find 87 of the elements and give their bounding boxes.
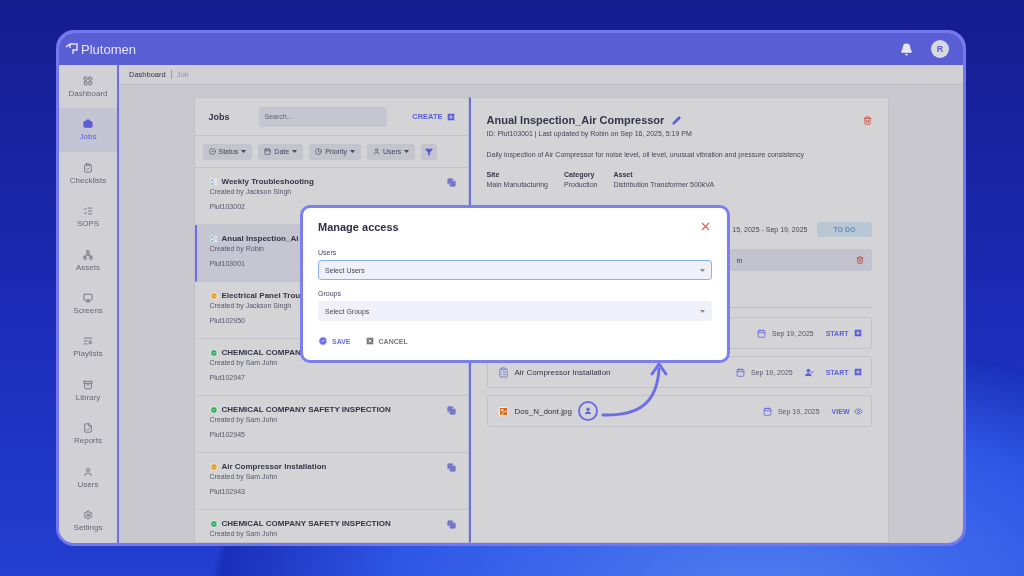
- checklist-icon: [83, 162, 93, 173]
- user-avatar[interactable]: R: [931, 40, 949, 58]
- bell-icon[interactable]: [900, 42, 913, 56]
- sidebar-label: Settings: [73, 523, 103, 533]
- image-file-icon: [497, 405, 509, 417]
- sidebar-label: Playlists: [73, 349, 103, 359]
- playlist-icon: [83, 336, 93, 347]
- sidebar-label: Dashboard: [68, 88, 108, 98]
- copy-icon[interactable]: [446, 178, 456, 187]
- sidebar-label: SOPS: [76, 219, 100, 229]
- sidebar-label: Library: [75, 392, 101, 402]
- plus-icon: [445, 111, 456, 122]
- copy-icon[interactable]: [446, 406, 456, 415]
- close-icon[interactable]: [699, 220, 712, 233]
- sidebar-label: Reports: [74, 436, 102, 446]
- user-icon: [372, 148, 380, 155]
- user-icon[interactable]: [583, 407, 592, 415]
- check-circle-icon: [209, 348, 218, 357]
- job-title: Weekly Troubleshooting: [221, 177, 314, 186]
- app-name: Plutomen: [81, 41, 136, 57]
- sidebar-item[interactable]: Dashboard: [59, 65, 117, 109]
- board-icon: [209, 234, 218, 243]
- sidebar-item[interactable]: Assets: [59, 238, 117, 283]
- report-icon: [83, 423, 93, 434]
- job-title: Anual Inspection_Ai: [221, 234, 299, 243]
- sidebar-label: Jobs: [79, 132, 97, 142]
- filter-button[interactable]: [421, 143, 438, 160]
- panel-title: Jobs: [208, 111, 231, 122]
- user-icon: [83, 466, 93, 477]
- check-circle-icon: [318, 336, 328, 346]
- edit-icon[interactable]: [672, 115, 682, 125]
- clock-icon: [315, 148, 323, 155]
- delete-icon[interactable]: [855, 256, 864, 264]
- sidebar-item[interactable]: Settings: [59, 499, 117, 543]
- caret-icon: [700, 268, 705, 272]
- sidebar-label: Users: [77, 479, 99, 489]
- filter-icon: [425, 147, 434, 156]
- sidebar-label: Assets: [76, 262, 100, 272]
- job-title: CHEMICAL COMPANY SAFETY INSPECTION: [221, 519, 391, 528]
- network-icon: [83, 249, 93, 260]
- briefcase-icon: [83, 119, 93, 130]
- pending-icon: [209, 462, 218, 471]
- form-icon: [497, 366, 509, 378]
- calendar-icon: [757, 328, 767, 338]
- sidebar-item[interactable]: Jobs: [59, 108, 117, 152]
- sidebar-item[interactable]: Checklists: [59, 151, 117, 196]
- job-title: CHEMICAL COMPAN: [221, 348, 301, 357]
- monitor-icon: [83, 293, 93, 303]
- caret-icon: [241, 150, 247, 153]
- calendar-icon: [762, 406, 772, 416]
- job-title: CHEMICAL COMPANY SAFETY INSPECTION: [221, 405, 391, 414]
- caret-icon: [404, 150, 410, 153]
- check-circle-icon: [209, 405, 218, 414]
- check-circle-icon: [209, 519, 218, 528]
- sidebar-item[interactable]: SOPS: [59, 195, 117, 239]
- job-title: Electrical Panel Trou: [221, 291, 301, 300]
- sidebar-item[interactable]: Screens: [59, 282, 117, 326]
- sidebar-label: Checklists: [69, 175, 107, 185]
- caret-icon: [292, 150, 298, 153]
- board-icon: [209, 177, 218, 186]
- calendar-icon: [264, 148, 272, 155]
- copy-icon[interactable]: [446, 520, 456, 529]
- archive-icon: [83, 379, 93, 390]
- delete-icon[interactable]: [862, 115, 872, 125]
- attachment-name: Dos_N_dont.jpg: [514, 406, 572, 416]
- logo-icon: [65, 43, 78, 55]
- status-icon: [208, 148, 216, 155]
- sidebar-item[interactable]: Reports: [59, 412, 117, 457]
- sidebar-label: Screens: [73, 306, 103, 315]
- plus-icon: [852, 367, 863, 377]
- sidebar-item[interactable]: Playlists: [59, 325, 117, 370]
- dashboard-icon: [83, 75, 93, 86]
- copy-icon[interactable]: [446, 463, 456, 472]
- settings-icon: [83, 510, 93, 521]
- user-check-icon[interactable]: [804, 367, 814, 377]
- list-check-icon: [83, 206, 93, 217]
- pending-icon: [209, 291, 218, 300]
- attachment-name: Air Compressor Installation: [514, 367, 611, 377]
- plus-icon: [852, 328, 863, 338]
- job-title: Air Compressor Installation: [221, 462, 327, 471]
- eye-icon: [853, 406, 863, 416]
- sidebar-item[interactable]: Library: [59, 369, 117, 413]
- job-title: Anual Inspection_Air Compressor: [486, 114, 665, 126]
- sidebar-item[interactable]: Users: [59, 456, 117, 500]
- calendar-icon: [736, 367, 746, 377]
- close-square-icon: [364, 336, 375, 346]
- caret-icon: [349, 150, 355, 153]
